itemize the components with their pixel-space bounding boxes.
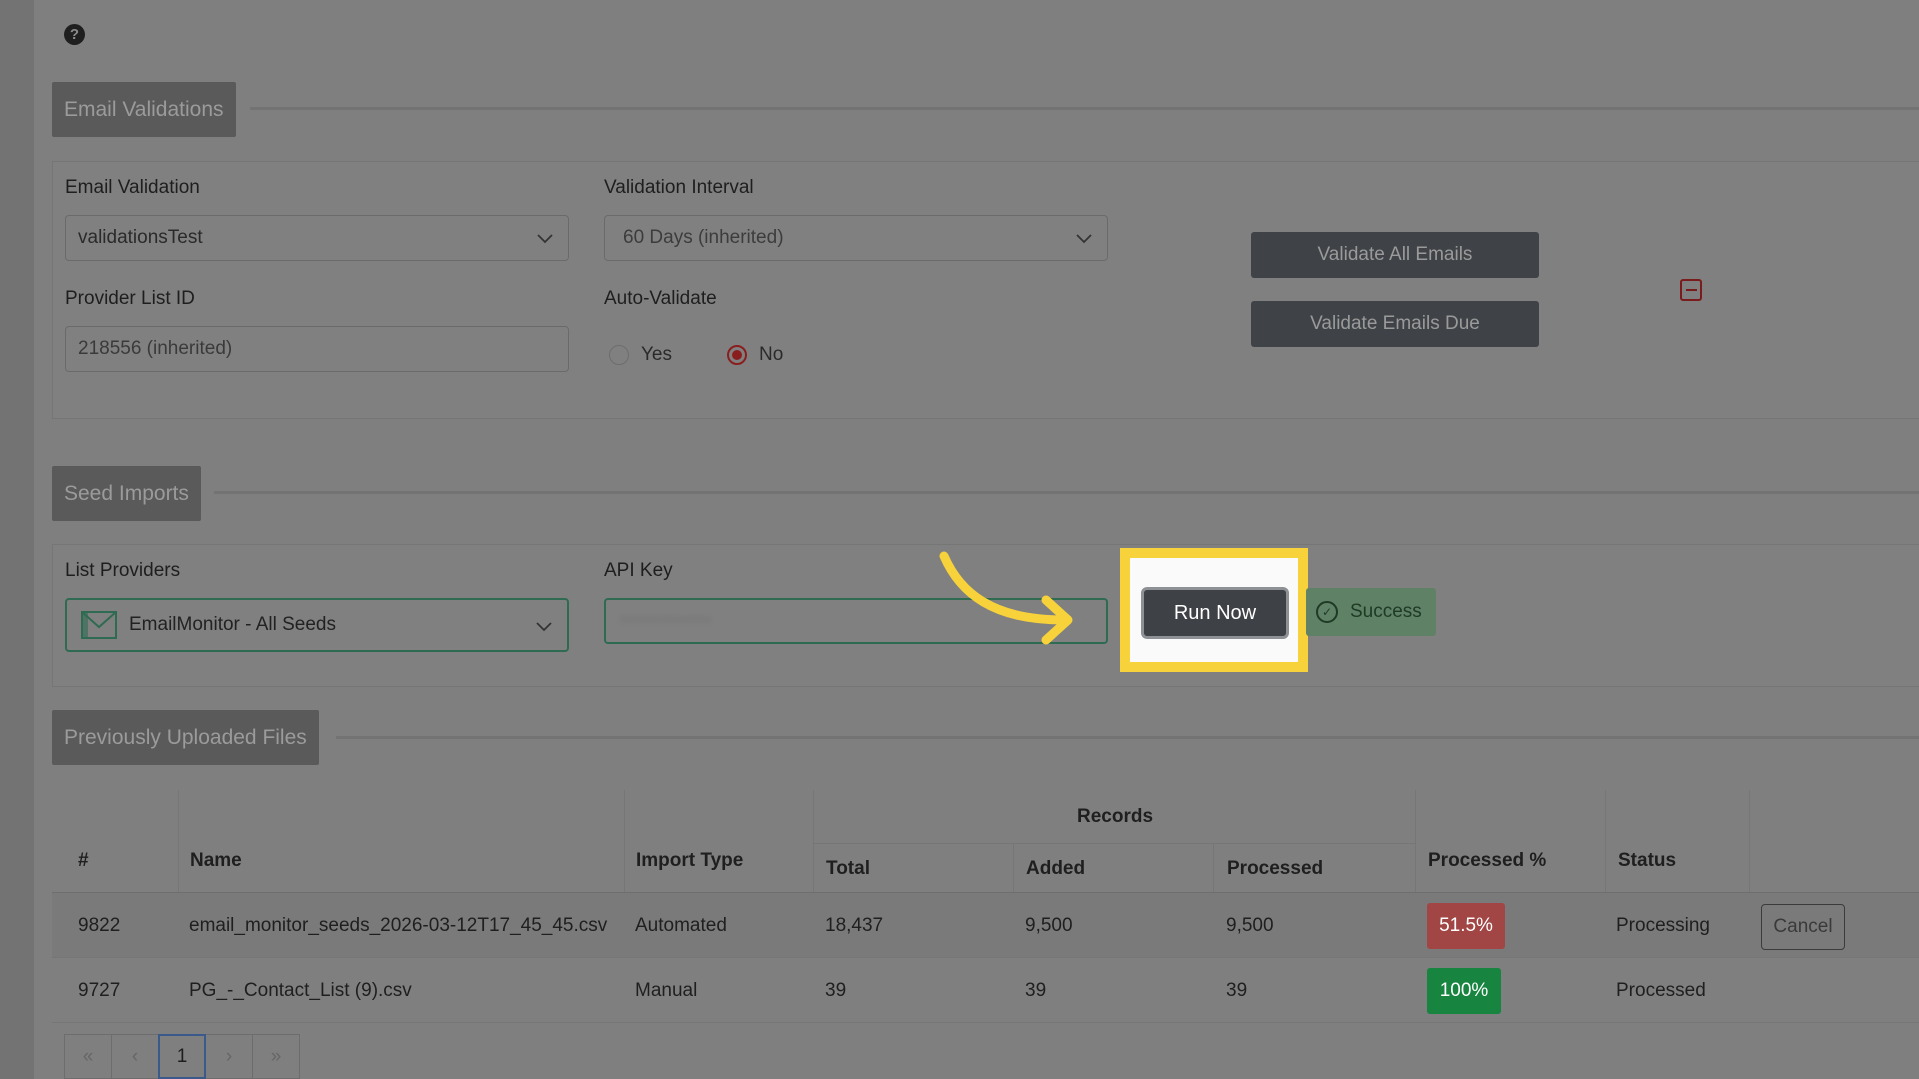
minus-square-icon[interactable] <box>1680 279 1702 301</box>
table-column-divider <box>1213 843 1214 892</box>
table-column-divider <box>624 790 625 892</box>
list-providers-label: List Providers <box>65 560 181 581</box>
validate-emails-due-button[interactable]: Validate Emails Due <box>1251 301 1539 347</box>
pagination-page-1[interactable]: 1 <box>158 1034 206 1079</box>
provider-list-id-label: Provider List ID <box>65 288 195 309</box>
header-status[interactable]: Status <box>1618 850 1676 872</box>
header-records: Records <box>1077 806 1154 827</box>
chevron-down-icon <box>536 622 552 632</box>
section-divider <box>214 491 1919 494</box>
auto-validate-label: Auto-Validate <box>604 288 717 309</box>
table-row-divider <box>52 957 1919 958</box>
provider-list-id-input[interactable]: 218556 (inherited) <box>65 326 569 372</box>
section-title-seed-imports: Seed Imports <box>52 466 201 521</box>
chevron-down-icon <box>537 234 553 244</box>
row-name: PG_-_Contact_List (9).csv <box>189 980 412 1001</box>
list-providers-select[interactable]: EmailMonitor - All Seeds <box>65 598 569 652</box>
email-validation-select[interactable]: validationsTest <box>65 215 569 261</box>
table-column-divider <box>1605 790 1606 892</box>
header-processed-pct[interactable]: Processed % <box>1428 850 1546 872</box>
pagination-first-button[interactable]: « <box>64 1034 112 1079</box>
pagination: « ‹ 1 › » <box>64 1034 300 1079</box>
radio-checked-icon[interactable] <box>727 345 747 365</box>
table-header-divider <box>813 843 1415 844</box>
processed-pct-badge: 100% <box>1427 968 1501 1014</box>
status-badge: ✓ Success <box>1306 588 1436 636</box>
row-added: 9,500 <box>1025 915 1073 936</box>
row-status: Processed <box>1616 980 1706 1001</box>
validation-interval-select[interactable]: 60 Days (inherited) <box>604 215 1108 261</box>
table-column-divider <box>178 790 179 892</box>
section-divider <box>250 107 1919 110</box>
row-processed: 39 <box>1226 980 1248 1001</box>
chevron-down-icon <box>1076 234 1092 244</box>
question-circle-icon[interactable]: ? <box>64 24 85 45</box>
radio-unchecked-icon[interactable] <box>609 345 629 365</box>
auto-validate-yes[interactable]: Yes <box>609 344 672 366</box>
row-processed: 9,500 <box>1226 915 1274 936</box>
processed-pct-badge: 51.5% <box>1427 903 1505 949</box>
row-name: email_monitor_seeds_2026-03-12T17_45_45.… <box>189 915 608 936</box>
header-num: # <box>78 850 89 871</box>
pointer-arrow-icon <box>939 551 1073 645</box>
pagination-next-button[interactable]: › <box>205 1034 253 1079</box>
email-validation-label: Email Validation <box>65 177 200 198</box>
email-monitor-logo-icon <box>81 611 117 639</box>
run-now-button[interactable]: Run Now <box>1141 587 1289 639</box>
validation-interval-label: Validation Interval <box>604 177 754 198</box>
status-badge-label: Success <box>1350 601 1422 622</box>
provider-list-id-value: 218556 (inherited) <box>78 338 233 359</box>
section-divider <box>336 736 1919 739</box>
row-status: Processing <box>1616 915 1710 936</box>
section-title-previously-uploaded-files: Previously Uploaded Files <box>52 710 319 765</box>
auto-validate-no-label: No <box>759 344 784 365</box>
email-validations-panel <box>52 161 1919 419</box>
left-sidebar-edge <box>0 0 34 1079</box>
table-column-divider <box>1415 790 1416 892</box>
header-name[interactable]: Name <box>190 850 242 872</box>
check-circle-icon: ✓ <box>1316 601 1338 623</box>
row-total: 39 <box>825 980 847 1001</box>
row-import-type: Manual <box>635 980 698 1001</box>
email-validation-value: validationsTest <box>78 227 203 248</box>
header-processed[interactable]: Processed <box>1227 858 1323 880</box>
table-column-divider <box>1013 843 1014 892</box>
row-num: 9727 <box>78 980 121 1001</box>
validate-all-emails-button[interactable]: Validate All Emails <box>1251 232 1539 278</box>
cancel-button[interactable]: Cancel <box>1761 904 1845 950</box>
auto-validate-no[interactable]: No <box>727 344 783 366</box>
section-title-email-validations: Email Validations <box>52 82 236 137</box>
table-column-divider <box>813 790 814 892</box>
row-import-type: Automated <box>635 915 727 936</box>
validation-interval-value: 60 Days (inherited) <box>623 227 784 248</box>
row-num: 9822 <box>78 915 121 936</box>
table-row-divider <box>52 1022 1919 1023</box>
row-added: 39 <box>1025 980 1047 1001</box>
pagination-prev-button[interactable]: ‹ <box>111 1034 159 1079</box>
header-total[interactable]: Total <box>826 858 870 880</box>
list-providers-value: EmailMonitor - All Seeds <box>129 614 336 635</box>
api-key-value: •••••••••••• <box>620 610 712 631</box>
header-added[interactable]: Added <box>1026 858 1085 880</box>
header-import-type[interactable]: Import Type <box>636 850 743 872</box>
table-column-divider <box>1749 790 1750 892</box>
auto-validate-yes-label: Yes <box>641 344 672 365</box>
api-key-label: API Key <box>604 560 673 581</box>
row-total: 18,437 <box>825 915 884 936</box>
pagination-last-button[interactable]: » <box>252 1034 300 1079</box>
